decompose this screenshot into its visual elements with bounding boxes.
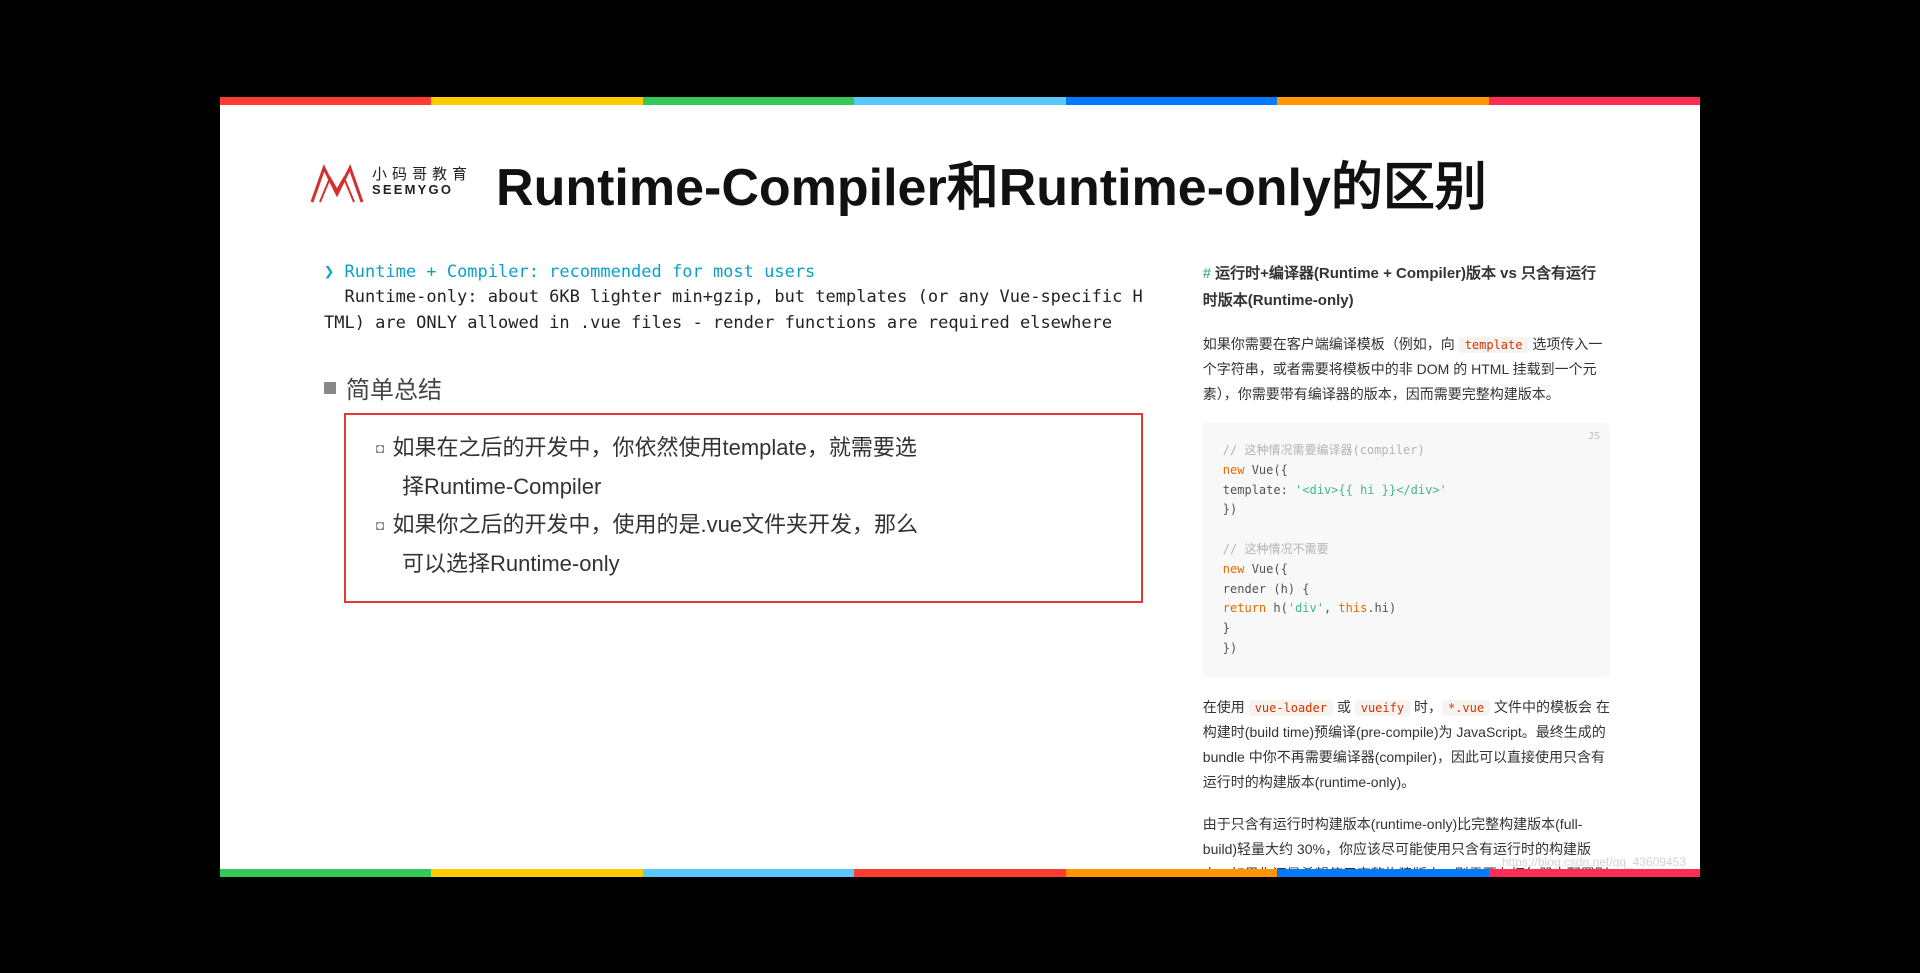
logo: 小码哥教育 SEEMYGO	[310, 160, 472, 204]
summary-item-1: 如果在之后的开发中，你依然使用template，就需要选择Runtime-Com…	[376, 429, 1119, 506]
slide-container: 小码哥教育 SEEMYGO Runtime-Compiler和Runtime-o…	[220, 97, 1700, 877]
right-column: #运行时+编译器(Runtime + Compiler)版本 vs 只含有运行时…	[1203, 260, 1610, 877]
top-color-stripe	[220, 97, 1700, 105]
highlighted-box: 如果在之后的开发中，你依然使用template，就需要选择Runtime-Com…	[344, 413, 1143, 603]
square-bullet-icon	[324, 382, 336, 394]
code-lang-badge: JS	[1588, 429, 1600, 446]
page-title: Runtime-Compiler和Runtime-only的区别	[496, 145, 1487, 220]
paragraph-1: 如果你需要在客户端编译模板（例如，向 template 选项传入一个字符串，或者…	[1203, 332, 1610, 408]
header: 小码哥教育 SEEMYGO Runtime-Compiler和Runtime-o…	[220, 97, 1700, 220]
terminal-snippet: ❯ Runtime + Compiler: recommended for mo…	[324, 260, 1143, 337]
logo-text-cn: 小码哥教育	[372, 167, 472, 184]
logo-icon	[310, 160, 364, 204]
logo-text-en: SEEMYGO	[372, 183, 472, 197]
bottom-color-stripe	[220, 869, 1700, 877]
paragraph-2: 在使用 vue-loader 或 vueify 时，*.vue 文件中的模板会 …	[1203, 695, 1610, 796]
summary-item-2: 如果你之后的开发中，使用的是.vue文件夹开发，那么可以选择Runtime-on…	[376, 506, 1119, 583]
summary-heading: 简单总结	[324, 370, 1143, 405]
right-heading: #运行时+编译器(Runtime + Compiler)版本 vs 只含有运行时…	[1203, 260, 1610, 314]
left-column: ❯ Runtime + Compiler: recommended for mo…	[324, 260, 1143, 877]
code-block: JS // 这种情况需要编译器(compiler) new Vue({ temp…	[1203, 423, 1610, 677]
watermark: https://blog.csdn.net/qq_43609453	[1502, 855, 1686, 869]
summary-block: 简单总结 如果在之后的开发中，你依然使用template，就需要选择Runtim…	[324, 370, 1143, 603]
